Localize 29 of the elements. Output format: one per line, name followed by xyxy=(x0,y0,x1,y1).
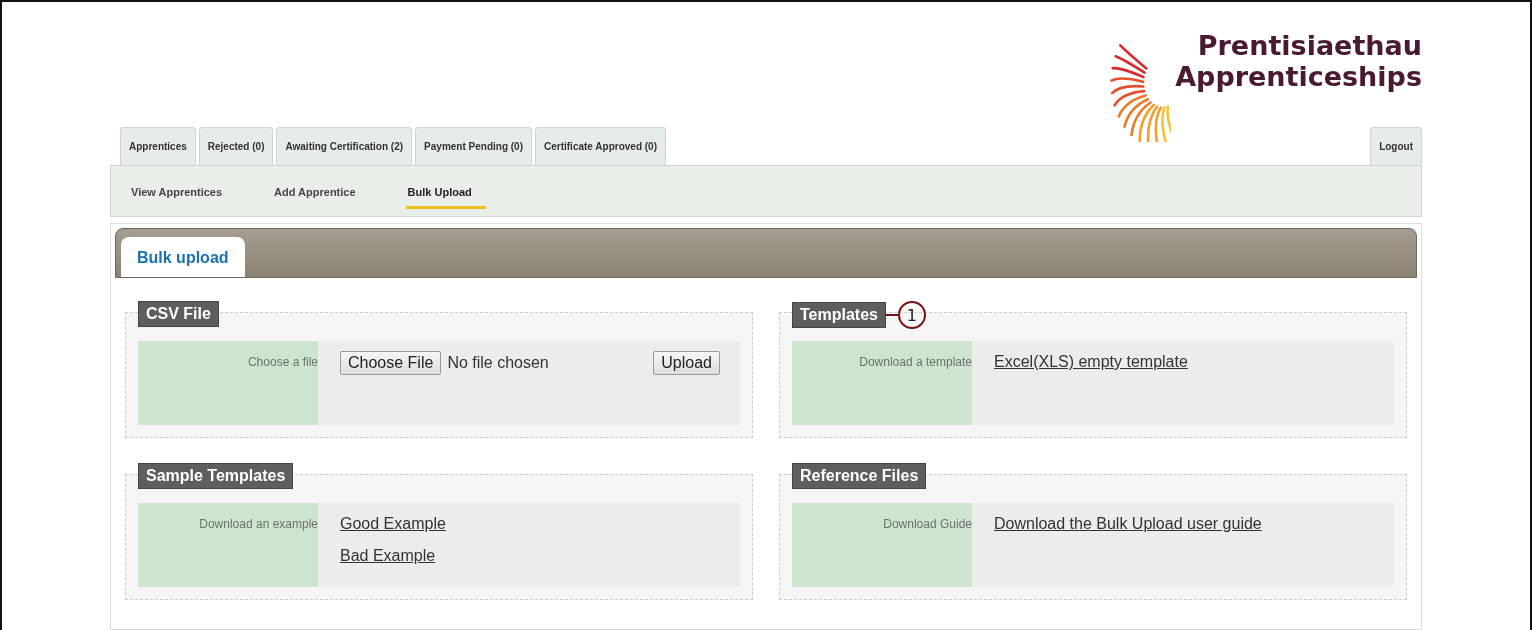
logo-text: Prentisiaethau xyxy=(1197,30,1422,61)
logo-text: Apprenticeships xyxy=(1175,61,1422,92)
logout-button[interactable]: Logout xyxy=(1370,127,1422,165)
panel-tab[interactable]: Bulk upload xyxy=(121,237,245,277)
callout-marker: 1 xyxy=(897,301,926,329)
upload-button[interactable]: Upload xyxy=(653,351,720,375)
leader-line xyxy=(885,314,898,316)
section-title: CSV File xyxy=(138,301,219,327)
tab[interactable]: Payment Pending (0) xyxy=(415,127,532,165)
tab[interactable]: Apprentices xyxy=(120,127,196,165)
download-link[interactable]: Good Example xyxy=(340,515,446,533)
download-link[interactable]: Excel(XLS) empty template xyxy=(994,353,1188,371)
field-label: Download a template xyxy=(792,341,972,425)
choose-file-button[interactable]: Choose File xyxy=(340,351,442,375)
sub-navigation-link[interactable]: Add Apprentice xyxy=(272,179,370,209)
section-title: Templates xyxy=(792,302,886,328)
section-title: Reference Files xyxy=(792,463,927,489)
download-link[interactable]: Download the Bulk Upload user guide xyxy=(994,515,1262,533)
field-label: Choose a file xyxy=(138,341,318,425)
download-link[interactable]: Bad Example xyxy=(340,547,436,565)
tab[interactable]: Awaiting Certification (2) xyxy=(276,127,413,165)
file-status-text: No file chosen xyxy=(447,354,550,372)
sub-navigation-link[interactable]: View Apprentices xyxy=(129,179,237,209)
field-label: Download an example xyxy=(138,503,318,587)
field-label: Download Guide xyxy=(792,503,972,587)
tab[interactable]: Certificate Approved (0) xyxy=(535,127,666,165)
tab[interactable]: Rejected (0) xyxy=(198,127,274,165)
section-title: Sample Templates xyxy=(138,463,294,489)
sub-navigation-link[interactable]: Bulk Upload xyxy=(405,179,486,209)
